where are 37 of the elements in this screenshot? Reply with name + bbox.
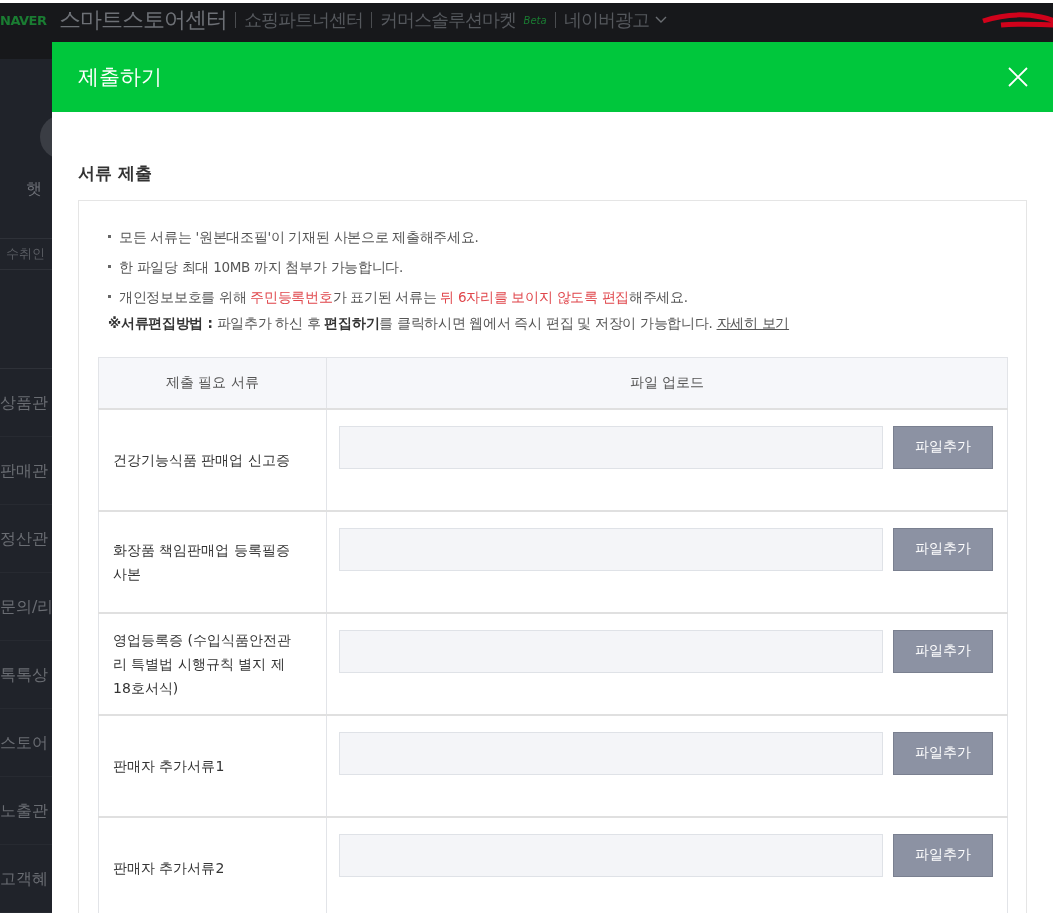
top-nav-link[interactable]: 쇼핑파트너센터 xyxy=(243,8,363,33)
table-cell: 판매자 추가서류2 xyxy=(98,817,327,913)
top-nav-link[interactable]: 커머스솔루션마켓 xyxy=(379,8,516,33)
column-header: 제출 필요 서류 xyxy=(98,357,327,409)
bullet-icon xyxy=(108,295,111,298)
add-file-button[interactable]: 파일추가 xyxy=(893,425,993,469)
caret-icon xyxy=(654,16,667,25)
file-input-field[interactable] xyxy=(339,527,883,571)
table-cell: 화장품 책임판매업 등록필증 사본 xyxy=(98,511,327,613)
notice-text: 개인정보보호를 위해 주민등록번호가 표기된 서류는 뒤 6자리를 보이지 않도록 편집해주세요. xyxy=(119,288,689,307)
file-input-field[interactable] xyxy=(339,833,883,877)
add-file-button[interactable]: 파일추가 xyxy=(893,629,993,673)
profile-name: 햇 xyxy=(26,179,43,200)
add-file-button[interactable]: 파일추가 xyxy=(893,527,993,571)
details-link[interactable]: 자세히 보기 xyxy=(716,315,790,331)
notice-text: 모든 서류는 '원본대조필'이 기재된 사본으로 제출해주세요. xyxy=(119,228,479,247)
table-cell: 판매자 추가서류1 xyxy=(98,715,327,817)
section-title: 서류 제출 xyxy=(78,162,153,185)
bullet-icon xyxy=(108,265,111,268)
logo-text[interactable]: NAVER xyxy=(0,12,47,28)
file-input-field[interactable] xyxy=(339,425,883,469)
notice-text: ※서류편집방법 : 파일추가 하신 후 편집하기를 클릭하시면 웹에서 즉시 편집 및 저장이 가능합니다. 자세히 보기 xyxy=(108,314,790,333)
beta-label: Beta xyxy=(523,14,547,26)
close-icon xyxy=(1007,66,1029,88)
add-file-button[interactable]: 파일추가 xyxy=(893,833,993,877)
table-cell: 건강기능식품 판매업 신고증 xyxy=(98,409,327,511)
file-input-field[interactable] xyxy=(339,731,883,775)
table-cell: 영업등록증 (수입식품안전관리 특별법 시행규칙 별지 제18호서식) xyxy=(98,613,327,715)
add-file-button[interactable]: 파일추가 xyxy=(893,731,993,775)
bullet-icon xyxy=(108,235,111,238)
site-title[interactable]: 스마트스토어센터 xyxy=(58,5,227,36)
column-header: 파일 업로드 xyxy=(326,357,1008,409)
close-button[interactable] xyxy=(1007,66,1029,88)
notice-text: 한 파일당 최대 10MB 까지 첨부가 가능합니다. xyxy=(119,258,404,277)
modal-title: 제출하기 xyxy=(78,64,162,91)
file-input-field[interactable] xyxy=(339,629,883,673)
top-nav-link[interactable]: 네이버광고 xyxy=(563,8,649,33)
